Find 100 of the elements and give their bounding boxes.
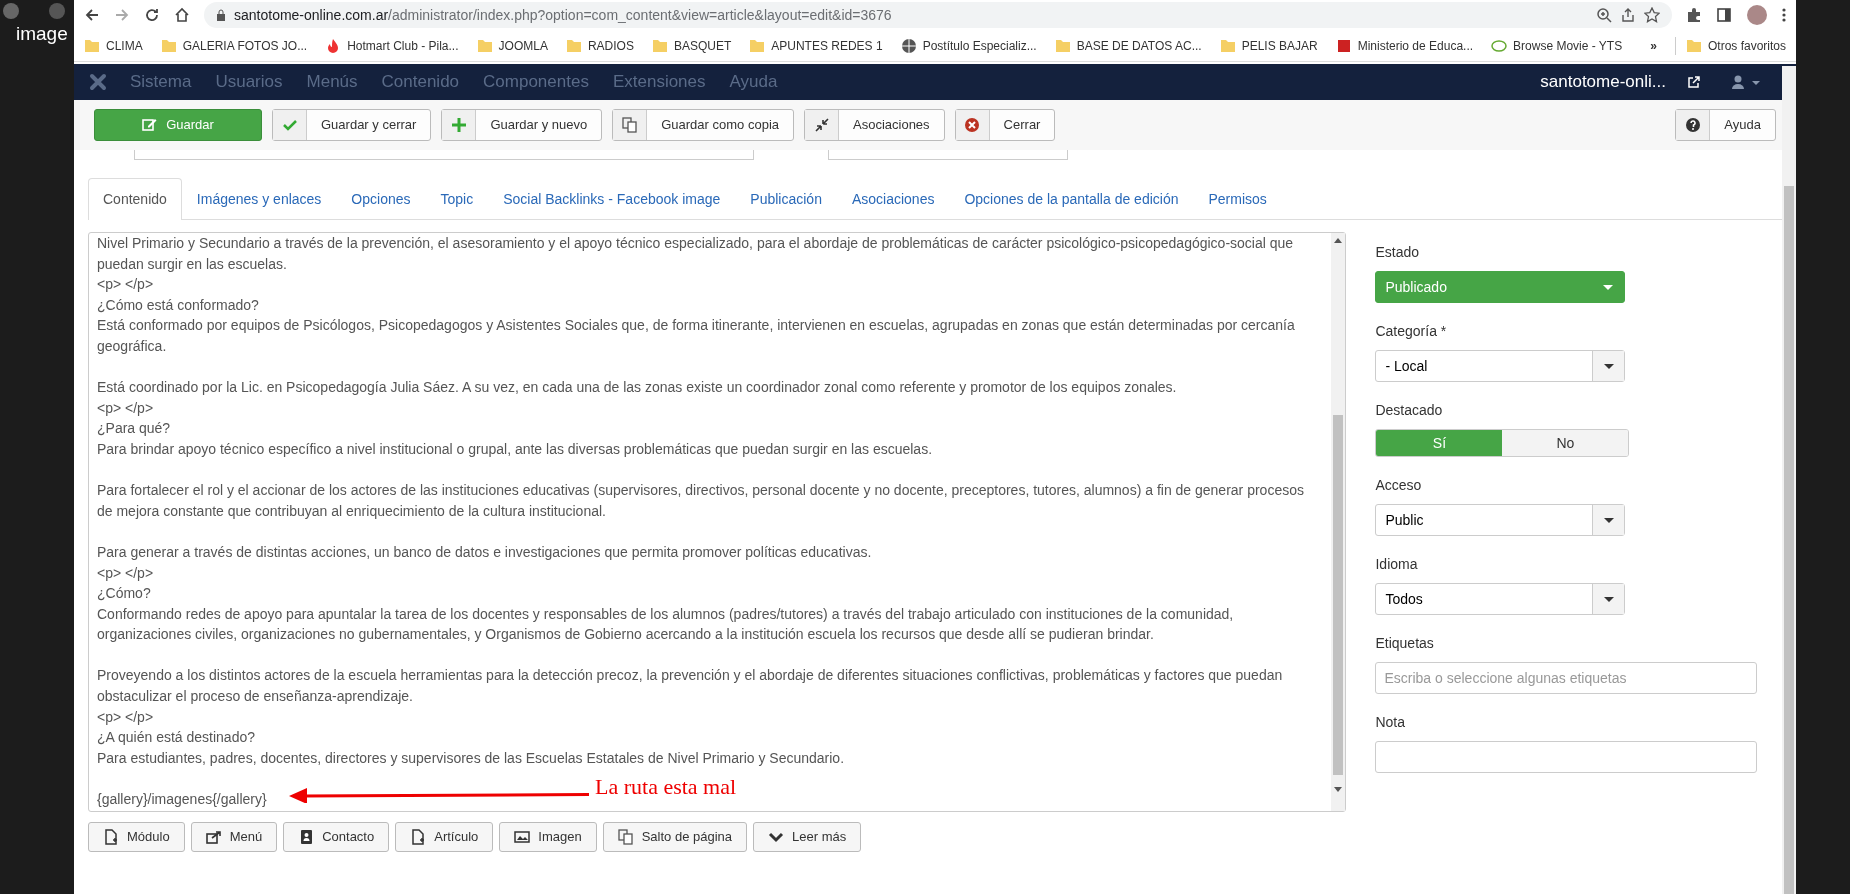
zoom-icon[interactable]: [1596, 7, 1612, 23]
sidebar-icon[interactable]: [1716, 7, 1732, 23]
bookmark-link[interactable]: JOOMLA: [476, 36, 548, 55]
folder-icon: [1219, 37, 1236, 54]
caret-icon: [1603, 363, 1614, 369]
more-bookmarks-button[interactable]: »: [1650, 36, 1657, 55]
copy-icon: [617, 829, 634, 845]
tab[interactable]: Topic: [425, 178, 489, 220]
lock-icon: [216, 9, 226, 21]
select-dropdown[interactable]: Todos: [1375, 583, 1626, 615]
editor-text-line: <p> </p>: [97, 707, 154, 727]
editor-text-line: <p> </p>: [97, 275, 154, 295]
user-menu-icon[interactable]: [1732, 75, 1762, 89]
tab[interactable]: Permisos: [1193, 178, 1282, 220]
toggle-option[interactable]: No: [1502, 430, 1629, 456]
bookmark-link[interactable]: CLIMA: [84, 36, 143, 55]
bookmark-link[interactable]: PELIS BAJAR: [1219, 36, 1318, 55]
bookmark-link[interactable]: Browse Movie - YTS: [1491, 36, 1623, 55]
tab[interactable]: Contenido: [88, 178, 182, 220]
editor-text-line: Para estudiantes, padres, docentes, directores y supervisores de las Escuelas Estatales de Nivel Primario y Secundario.: [97, 748, 845, 768]
input-field-edge[interactable]: [828, 150, 1068, 160]
select-dropdown[interactable]: - Local: [1375, 350, 1626, 382]
editor-text-line: Para brindar apoyo técnico específico a nivel institucional o grupal, ante las diversas problemáticas que puedan surgir en las escuelas.: [97, 439, 933, 459]
scroll-up-icon[interactable]: [1334, 237, 1342, 243]
scroll-down-icon[interactable]: [1334, 787, 1342, 793]
tab[interactable]: Asociaciones: [836, 178, 950, 220]
editor-text-line: Conformando redes de apoyo para apuntalar la tarea de los docentes y responsables de los alumnos (padres/tutores) a través del trabajo articulado con instituciones de la comunidad, organizaciones civiles, organizaciones no gubernamentales, y Organismos de Gobierno acercando a la institución escuela los recursos que desde allí se pudieran brindar.: [97, 604, 1235, 645]
field-label: Etiquetas: [1375, 634, 1435, 653]
folder-icon: [651, 37, 668, 54]
toolbar-button[interactable]: Guardar y nuevo: [441, 109, 603, 141]
tab[interactable]: Opciones de la pantalla de edición: [949, 178, 1194, 220]
editor-text-line: Nivel Primario y Secundario a través de la prevención, el asesoramiento y el apoyo técnico especializado, para el abordaje de problemáticas de carácter psicológico-psicopedagógico-social que puedan surgir en las escuelas.: [97, 234, 1295, 274]
picture-icon: [514, 829, 531, 845]
editor-text-line: ¿Para qué?: [97, 419, 171, 439]
editor-text-line: ¿Cómo?: [97, 584, 151, 604]
help-button[interactable]: Ayuda: [1675, 109, 1776, 141]
bookmark-link[interactable]: Postítulo Especializ...: [900, 36, 1037, 55]
check-icon: [281, 117, 298, 133]
text-input[interactable]: Escriba o seleccione algunas etiquetas: [1375, 662, 1758, 694]
help-icon: [1684, 117, 1701, 133]
editor-button[interactable]: Imagen: [499, 822, 597, 852]
editor-button[interactable]: Salto de página: [602, 822, 748, 852]
toolbar-button[interactable]: Guardar y cerrar: [272, 109, 432, 141]
bookmark-link[interactable]: GALERIA FOTOS JO...: [160, 36, 308, 55]
share-icon[interactable]: [1620, 7, 1636, 23]
bookmark-link[interactable]: APUNTES REDES 1: [749, 36, 883, 55]
editor-button[interactable]: Contacto: [283, 822, 390, 852]
plus-icon: [450, 117, 467, 133]
editor-button[interactable]: Menú: [190, 822, 278, 852]
back-icon[interactable]: [84, 7, 100, 23]
toolbar-button[interactable]: Asociaciones: [804, 109, 945, 141]
circle-icon: [48, 2, 66, 20]
folder-icon: [84, 37, 100, 54]
copy-icon: [621, 117, 638, 133]
file-plus-icon: [103, 829, 119, 845]
bookmark-link[interactable]: Ministerio de Educa...: [1335, 36, 1474, 55]
external-link-icon[interactable]: [1688, 76, 1700, 88]
bookmark-link[interactable]: RADIOS: [565, 36, 634, 55]
editor-text-line: <p> </p>: [97, 563, 154, 583]
caret-icon: [1603, 284, 1614, 290]
scrollbar-thumb[interactable]: [1333, 415, 1343, 775]
cancel-icon: [964, 117, 981, 133]
url-text: santotome-online.com.ar/administrator/index.php?option=com_content&view=article&layout=edit&id=3676: [234, 5, 892, 25]
text-input[interactable]: [1375, 741, 1758, 773]
editor-text-line: Está conformado por equipos de Psicólogos, Psicopedagogos y Asistentes Sociales que, de forma itinerante, intervienen en escuelas, agrupadas en zonas que están determinadas por cercanía geográfica.: [97, 316, 1296, 356]
tab[interactable]: Publicación: [735, 178, 837, 220]
more-icon[interactable]: [1782, 7, 1786, 23]
folder-icon: [1685, 37, 1702, 54]
editor-text-line: Proveyendo a los distintos actores de la escuela herramientas para la detección precoz, la prevención y el abordaje de diferentes situaciones conflictivas, problemáticas y factores que puedan obstaculizar el proceso de enseñanza-aprendizaje.: [97, 666, 1284, 707]
tab[interactable]: Social Backlinks - Facebook image: [488, 178, 736, 220]
toolbar-button[interactable]: Guardar como copia: [612, 109, 794, 141]
folder-icon: [565, 37, 582, 54]
editor-button[interactable]: Leer más: [753, 822, 862, 852]
reload-icon[interactable]: [144, 7, 160, 23]
toolbar-button[interactable]: Cerrar: [954, 109, 1056, 141]
puzzle-icon[interactable]: [1686, 7, 1702, 23]
bookmark-link[interactable]: BASQUET: [651, 36, 732, 55]
avatar-icon[interactable]: [1746, 4, 1768, 26]
tab[interactable]: Imágenes y enlaces: [181, 178, 337, 220]
address-bar[interactable]: santotome-online.com.ar/administrator/index.php?option=com_content&view=article&layout=edit&id=3676: [204, 2, 1672, 28]
bookmark-link[interactable]: Hotmart Club - Pila...: [325, 36, 459, 55]
editor-button[interactable]: Módulo: [88, 822, 185, 852]
editor-button[interactable]: Artículo: [395, 822, 494, 852]
input-field-edge[interactable]: [134, 150, 754, 160]
star-icon[interactable]: [1644, 7, 1660, 23]
bookmark-link[interactable]: Otros favoritos: [1674, 36, 1786, 55]
article-text-editor[interactable]: [88, 232, 1346, 812]
bookmark-link[interactable]: BASE DE DATOS AC...: [1054, 36, 1202, 55]
site-link[interactable]: santotome-onli...: [1540, 69, 1666, 95]
page-scrollbar-thumb[interactable]: [1784, 186, 1794, 894]
editor-text-line: Para fortalecer el rol y el accionar de los actores de las instituciones educativas (supervisores, directivos, personal docente y no docente, preceptores, tutores, alumnos) a fin de generar procesos de mejora constante que contribuyan al enriquecimiento de la cultura institucional.: [97, 481, 1305, 521]
annotation-text: La ruta esta mal: [595, 777, 737, 798]
editor-text-line: <p> </p>: [97, 398, 154, 418]
tab[interactable]: Opciones: [336, 178, 426, 220]
file-plus-icon: [410, 829, 427, 845]
select-dropdown[interactable]: Public: [1375, 504, 1626, 536]
field-label: Nota: [1375, 713, 1407, 732]
home-icon[interactable]: [174, 7, 190, 23]
editor-text-line: Para generar a través de distintas acciones, un banco de datos e investigaciones que permita promover políticas educativas.: [97, 542, 872, 562]
folder-icon: [476, 37, 493, 54]
